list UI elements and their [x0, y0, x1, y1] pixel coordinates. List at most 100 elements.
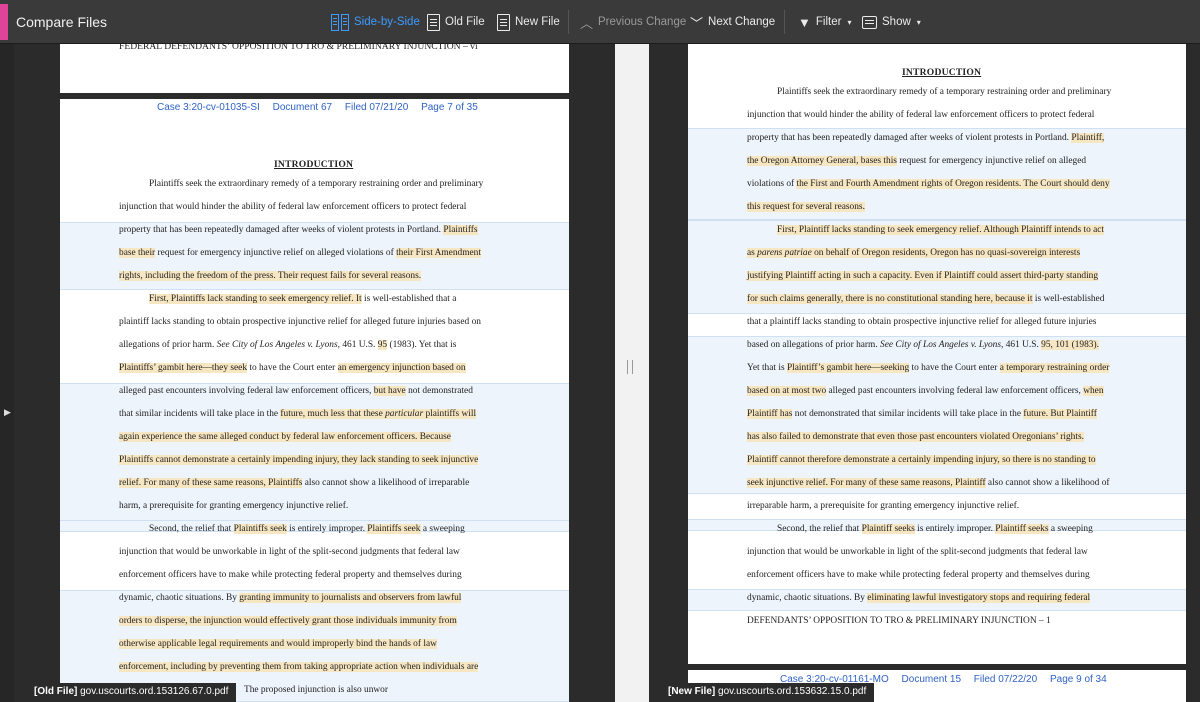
new-file-label: [New File] gov.uscourts.ord.153632.15.0.…: [660, 683, 875, 702]
document-icon: [427, 13, 440, 31]
page-number: Page 7 of 35: [421, 102, 478, 113]
toolbar-divider: [784, 10, 785, 34]
filed-date: Filed 07/21/20: [344, 102, 409, 113]
document-number: Document 67: [272, 102, 333, 113]
previous-change-label: Previous Change: [598, 16, 687, 28]
text-line: relief. For many of these same reasons, …: [119, 478, 470, 488]
next-change-button[interactable]: ﹀ Next Change: [690, 12, 775, 32]
side-by-side-icon: [331, 13, 349, 31]
page-footer: DEFENDANTS’ OPPOSITION TO TRO & PRELIMIN…: [747, 616, 1051, 626]
text-line: property that has been repeatedly damage…: [119, 225, 478, 235]
filter-icon: ▼: [798, 14, 811, 30]
text-line: this request for several reasons.: [747, 202, 865, 212]
old-file-label: Old File: [445, 16, 485, 28]
text-line: allegations of prior harm. See City of L…: [119, 340, 457, 350]
text-line: dynamic, chaotic situations. By granting…: [119, 593, 462, 603]
filter-button[interactable]: ▼ Filter ▾: [798, 12, 851, 32]
text-line: violations of the First and Fourth Amend…: [747, 179, 1110, 189]
splitter-handle[interactable]: [627, 360, 633, 374]
text-line: the Oregon Attorney General, bases this …: [747, 156, 1087, 166]
previous-page: FEDERAL DEFENDANTS’ OPPOSITION TO TRO & …: [60, 44, 569, 93]
document-icon: [497, 13, 510, 31]
old-file-pane[interactable]: FEDERAL DEFENDANTS’ OPPOSITION TO TRO & …: [14, 44, 615, 702]
text-line: Yet that is Plaintiff’s gambit here—seek…: [747, 363, 1110, 373]
expand-arrow-icon[interactable]: ▶: [4, 407, 11, 418]
text-line: irreparable harm, a prerequisite for gra…: [747, 501, 1020, 511]
new-document-page: INTRODUCTION Plaintiffs seek the extraor…: [688, 44, 1200, 664]
case-header: Case 3:20-cv-01035-SI Document 67 Filed …: [157, 102, 488, 113]
text-line: Plaintiffs seek the extraordinary remedy…: [149, 179, 484, 189]
filed-date: Filed 07/22/20: [973, 674, 1038, 685]
old-document-page: Case 3:20-cv-01035-SI Document 67 Filed …: [60, 99, 569, 702]
text-line: Plaintiffs cannot demonstrate a certainl…: [119, 455, 479, 465]
text-line: injunction that would hinder the ability…: [119, 202, 467, 212]
text-line: alleged past encounters involving federa…: [119, 386, 473, 396]
caret-down-icon: ▾: [847, 17, 852, 27]
case-number: Case 3:20-cv-01035-SI: [157, 102, 260, 113]
side-by-side-label: Side-by-Side: [354, 16, 420, 28]
chevron-down-icon: ﹀: [690, 15, 704, 31]
old-file-label: [Old File] gov.uscourts.ord.153126.67.0.…: [26, 683, 237, 702]
new-file-pane[interactable]: INTRODUCTION Plaintiffs seek the extraor…: [649, 44, 1200, 702]
text-line: again experience the same alleged conduc…: [119, 432, 451, 442]
show-label: Show: [882, 16, 911, 28]
caret-down-icon: ▾: [916, 17, 921, 27]
next-change-label: Next Change: [708, 16, 776, 28]
file-name: gov.uscourts.ord.153126.67.0.pdf: [80, 686, 229, 697]
text-line: Second, the relief that Plaintiffs seek …: [149, 524, 465, 534]
text-line: orders to disperse, the injunction would…: [119, 616, 457, 626]
side-strip: ▶: [0, 44, 14, 702]
text-line: First, Plaintiff lacks standing to seek …: [777, 225, 1105, 235]
page-number: Page 9 of 34: [1049, 674, 1107, 685]
toolbar: Compare Files Side-by-Side Old File New …: [0, 0, 1200, 44]
text-line: has also failed to demonstrate that even…: [747, 432, 1084, 442]
text-line: enforcement officers have to make while …: [747, 570, 1090, 580]
text-line: property that has been repeatedly damage…: [747, 133, 1105, 143]
text-line: enforcement, including by preventing the…: [119, 662, 479, 672]
list-icon: [862, 15, 877, 29]
text-line: otherwise applicable legal requirements …: [119, 639, 437, 649]
text-line: justifying Plaintiff acting in such a ca…: [747, 271, 1099, 281]
chevron-up-icon: ︿: [580, 15, 594, 31]
text-line: injunction that would be unworkable in l…: [747, 547, 1088, 557]
document-number: Document 15: [901, 674, 962, 685]
text-line: dynamic, chaotic situations. By eliminat…: [747, 593, 1091, 603]
text-line: Second, the relief that Plaintiff seeks …: [777, 524, 1093, 534]
page-footer: FEDERAL DEFENDANTS’ OPPOSITION TO TRO & …: [119, 44, 478, 52]
text-line: based on allegations of prior harm. See …: [747, 340, 1099, 350]
text-line: Plaintiffs’ gambit here—they seek to hav…: [119, 363, 466, 373]
text-line: Plaintiff has not demonstrated that simi…: [747, 409, 1097, 419]
text-line: base their request for emergency injunct…: [119, 248, 481, 258]
text-line: injunction that would hinder the ability…: [747, 110, 1095, 120]
accent-bar: [0, 4, 8, 40]
filter-label: Filter: [815, 16, 842, 28]
side-by-side-button[interactable]: Side-by-Side: [331, 12, 420, 32]
new-file-label: New File: [515, 16, 560, 28]
text-line: that similar incidents will take place i…: [119, 409, 477, 419]
text-line: enforcement officers have to make while …: [119, 570, 462, 580]
toolbar-divider: [568, 10, 569, 34]
text-line: based on at most two alleged past encoun…: [747, 386, 1104, 396]
text-line: injunction that would be unworkable in l…: [119, 547, 460, 557]
scrollbar-track[interactable]: [1186, 44, 1200, 702]
text-line: harm, a prerequisite for granting emerge…: [119, 501, 349, 511]
text-line: Plaintiff cannot therefore demonstrate a…: [747, 455, 1096, 465]
text-line: that a plaintiff lacks standing to obtai…: [747, 317, 1097, 327]
file-tag: [New File]: [668, 686, 716, 697]
file-name: gov.uscourts.ord.153632.15.0.pdf: [718, 686, 867, 697]
text-line: as parens patriae on behalf of Oregon re…: [747, 248, 1081, 258]
section-heading: INTRODUCTION: [274, 159, 354, 170]
new-file-button[interactable]: New File: [497, 12, 560, 32]
text-line: Plaintiffs seek the extraordinary remedy…: [777, 87, 1112, 97]
text-line: seek injunctive relief. For many of thes…: [747, 478, 1110, 488]
section-heading: INTRODUCTION: [902, 67, 982, 78]
text-line: rights, including the freedom of the pre…: [119, 271, 422, 281]
app-title: Compare Files: [16, 14, 108, 30]
show-button[interactable]: Show ▾: [862, 12, 921, 32]
text-line: The proposed injunction is also unwor: [244, 684, 388, 696]
old-file-button[interactable]: Old File: [427, 12, 485, 32]
text-tail: The proposed injunction is also unwor: [244, 685, 388, 695]
previous-change-button[interactable]: ︿ Previous Change: [580, 12, 686, 32]
text-line: for such claims generally, there is no c…: [747, 294, 1105, 304]
compare-gutter: [615, 44, 649, 702]
